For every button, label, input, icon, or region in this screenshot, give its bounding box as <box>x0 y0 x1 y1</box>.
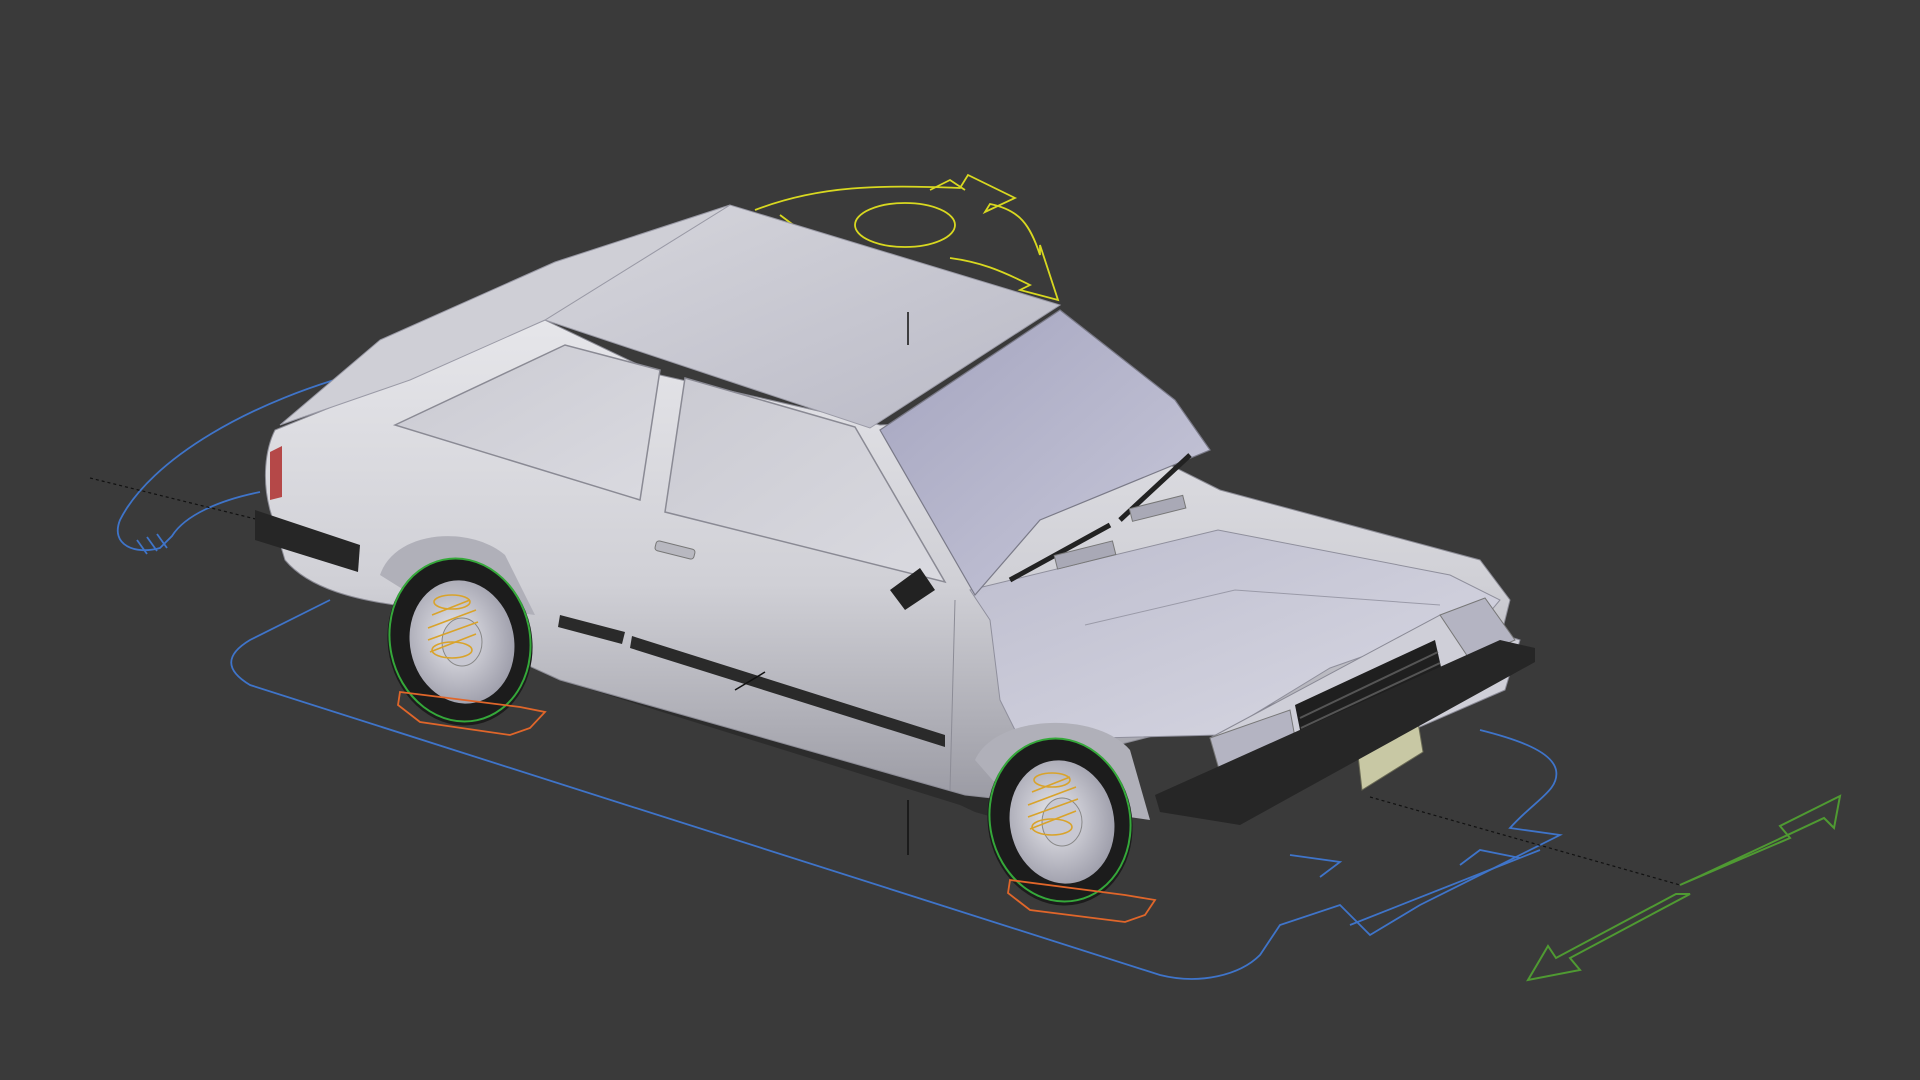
rear-taillight <box>270 446 282 500</box>
car-model[interactable] <box>255 204 1535 919</box>
3d-viewport[interactable] <box>0 0 1920 1080</box>
direction-arrow-icon[interactable] <box>1526 794 1842 982</box>
scene-canvas[interactable] <box>0 0 1920 1080</box>
